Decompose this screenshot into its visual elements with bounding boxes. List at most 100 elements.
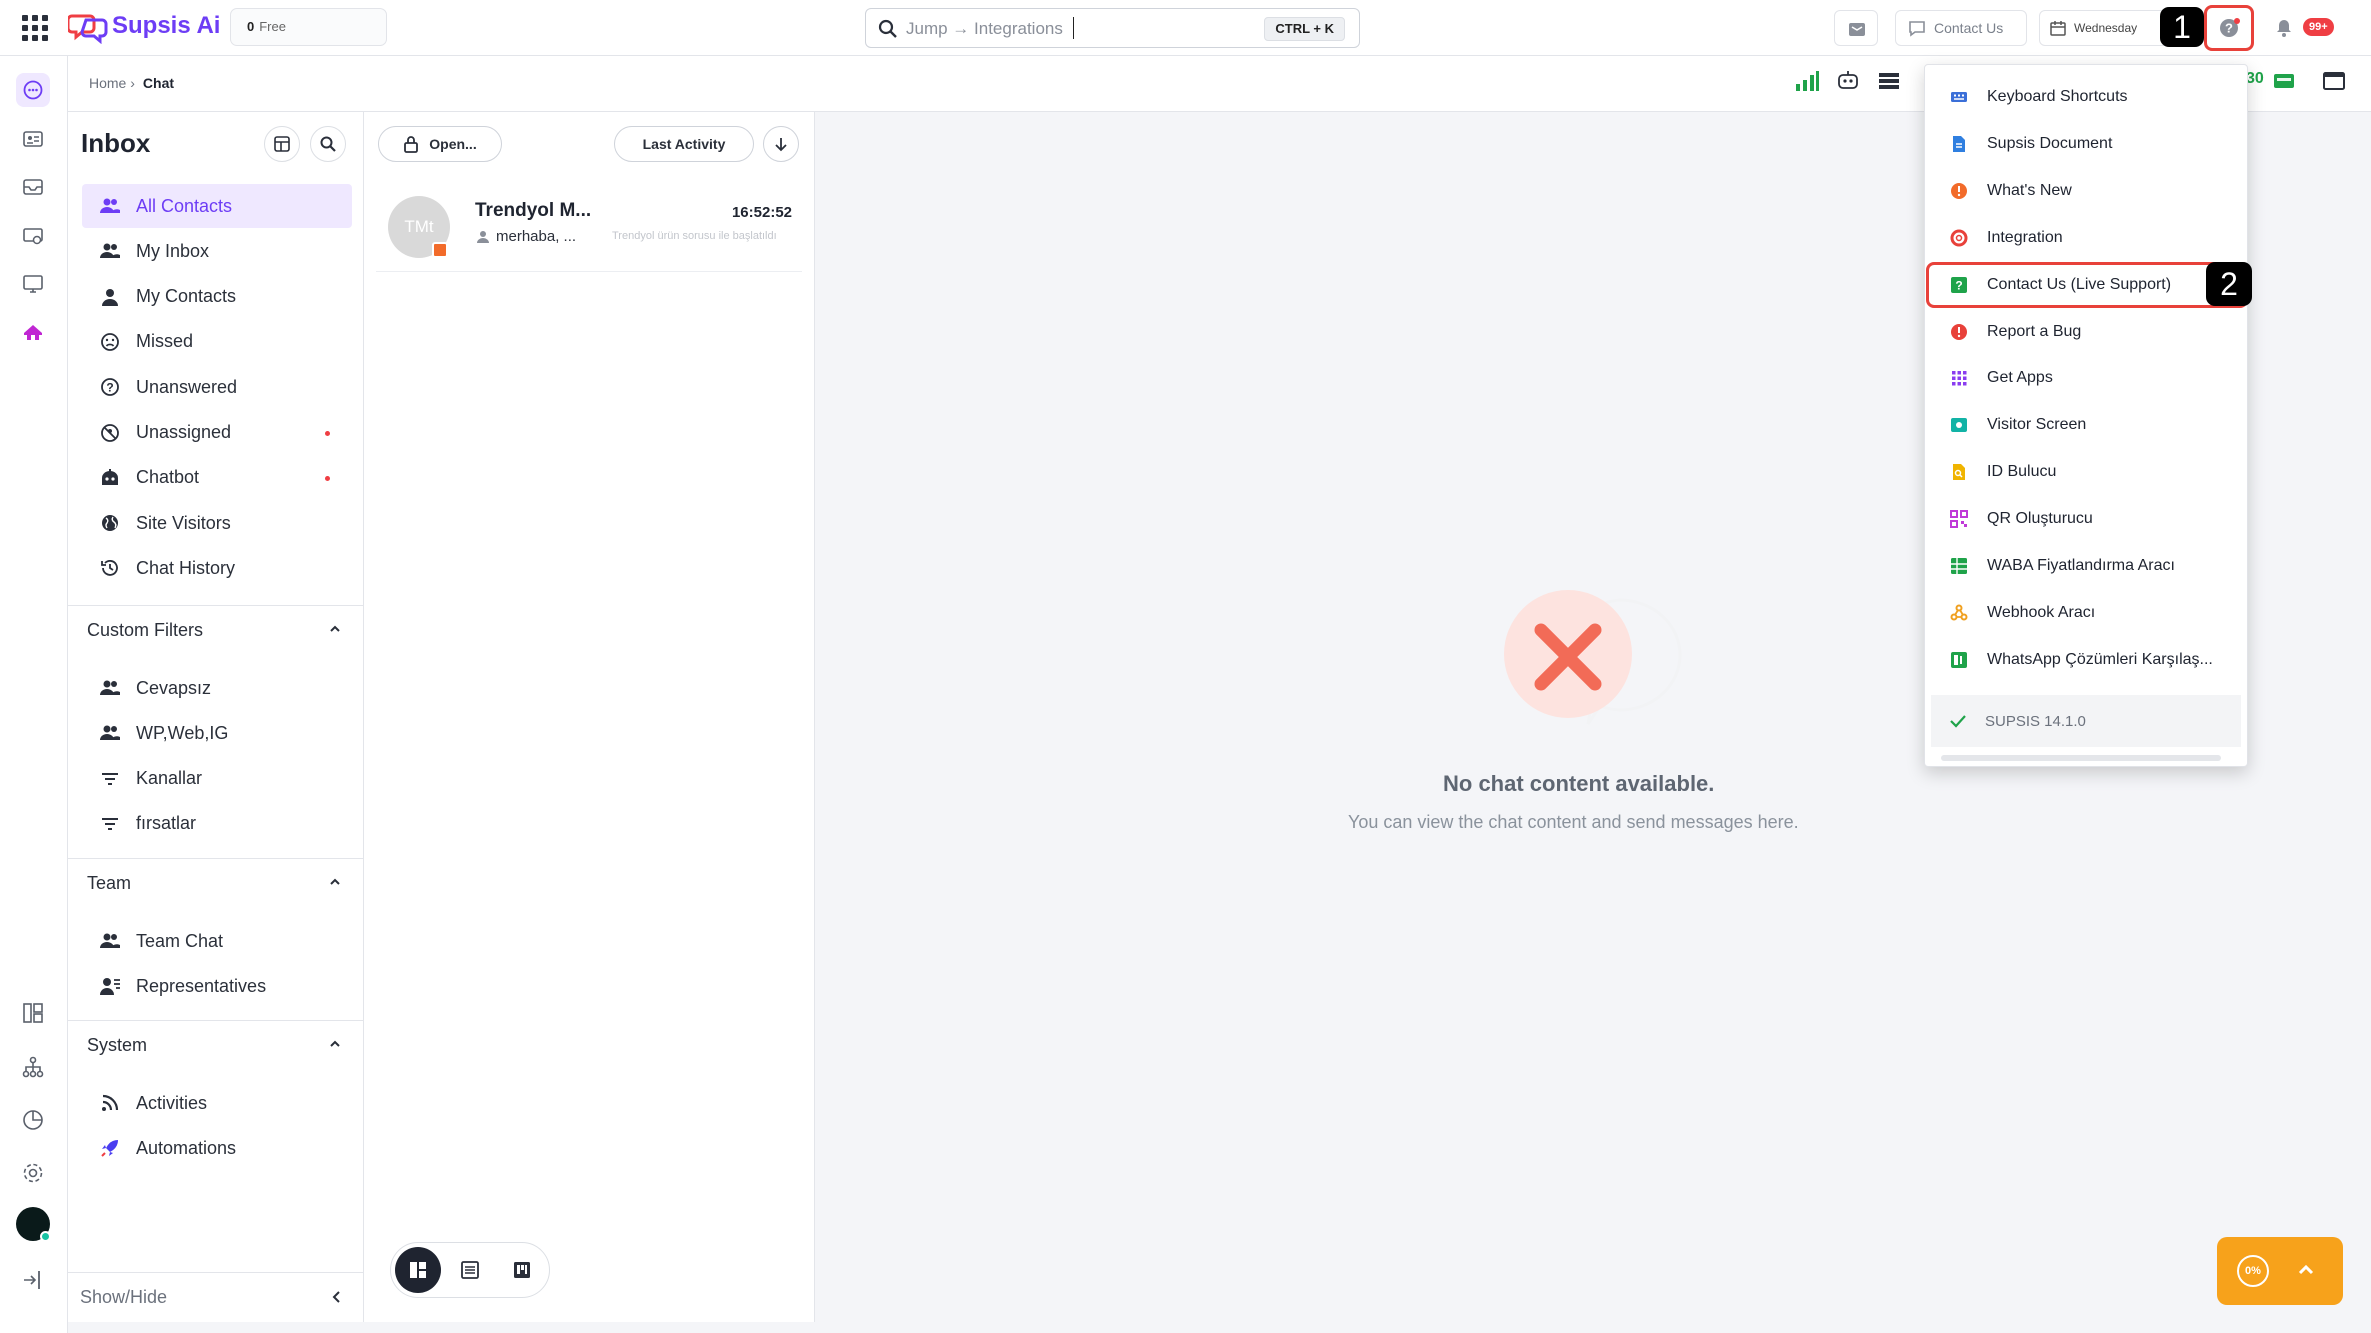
menu-item-report-a-bug[interactable]: Report a Bug [1925,309,2247,355]
rss-icon [98,1091,122,1115]
plan-indicator[interactable]: 0 Free [230,8,387,46]
sidebar-item-label: Activities [136,1092,208,1113]
menu-item-whatsapp-z-mleri-kar-la[interactable]: WhatsApp Çözümleri Karşılaş... [1925,637,2247,683]
layout-panels-icon [23,1003,43,1023]
custom-filters-header[interactable]: Custom Filters [68,605,363,655]
rail-monitor-button[interactable] [16,267,50,301]
rail-archive-button[interactable] [16,170,50,204]
status-filter-button[interactable]: Open... [378,126,502,162]
apps-grid-icon[interactable] [22,15,48,41]
sidebar-item-representatives[interactable]: Representatives [82,964,352,1008]
kanban-view-button[interactable] [499,1247,545,1293]
conversation-item[interactable]: TMt Trendyol M... 16:52:52 merhaba, ... … [376,184,802,272]
wallet-icon[interactable] [2272,70,2296,92]
chevron-up-icon[interactable] [329,1039,341,1049]
rail-home-button[interactable] [16,316,50,350]
menu-item-get-apps[interactable]: Get Apps [1925,355,2247,401]
list-view-icon[interactable] [1877,70,1901,92]
version-label: SUPSIS 14.1.0 [1985,712,2086,730]
sidebar-item-missed[interactable]: Missed [82,320,352,364]
sidebar-item-activities[interactable]: Activities [82,1081,352,1125]
rail-reports-button[interactable] [16,1103,50,1137]
rail-layout-button[interactable] [16,996,50,1030]
view-switcher [390,1242,550,1298]
pie-chart-icon [23,1110,43,1130]
rail-hierarchy-button[interactable] [16,1050,50,1084]
sidebar-item-f-rsatlar[interactable]: fırsatlar [82,802,352,846]
signal-bars-icon[interactable] [1795,70,1819,92]
rail-settings-button[interactable] [16,1156,50,1190]
sidebar-item-chatbot[interactable]: Chatbot [82,456,352,500]
contact-name: Trendyol M... [475,200,592,221]
apps-grid-icon [1949,368,1969,388]
rail-logout-button[interactable] [16,1263,50,1297]
sidebar-item-automations[interactable]: Automations [82,1126,352,1170]
list-view-button[interactable] [447,1247,493,1293]
bot-icon[interactable] [1836,70,1860,92]
menu-item-integration[interactable]: Integration [1925,215,2247,261]
channel-badge-icon [432,242,448,258]
sort-button[interactable]: Last Activity [614,126,754,162]
unread-dot [325,430,330,436]
menu-item-supsis-document[interactable]: Supsis Document [1925,121,2247,167]
search-input[interactable]: Jump → Integrations CTRL + K [865,8,1360,48]
progress-widget[interactable]: 0% [2217,1237,2343,1305]
menu-item-what-s-new[interactable]: What's New [1925,168,2247,214]
sidebar-item-label: Missed [136,331,194,352]
sidebar-item-unanswered[interactable]: ? Unanswered [82,365,352,409]
breadcrumb-home[interactable]: Home › [89,75,135,91]
inbox-tray-button[interactable] [1834,10,1878,46]
sidebar-item-my-inbox[interactable]: My Inbox [82,229,352,273]
rail-chat-button[interactable] [16,73,50,107]
help-button[interactable]: ? [2204,5,2254,51]
empty-state-subtitle: You can view the chat content and send m… [1348,812,1799,832]
sidebar-item-team-chat[interactable]: Team Chat [82,919,352,963]
sort-direction-button[interactable] [763,126,799,162]
sidebar-item-chat-history[interactable]: Chat History [82,546,352,590]
menu-item-label: Supsis Document [1987,134,2113,152]
chevron-left-icon [332,1291,340,1303]
contact-us-button[interactable]: Contact Us [1895,10,2027,46]
window-icon[interactable] [2322,70,2346,92]
custom-filters-title: Custom Filters [87,620,204,640]
team-header[interactable]: Team [68,858,363,908]
help-circle-icon: ? [2220,18,2240,37]
rail-avatar[interactable] [16,1207,51,1242]
menu-item-visitor-screen[interactable]: Visitor Screen [1925,402,2247,448]
system-header[interactable]: System [68,1020,363,1070]
document-icon [1949,134,1969,154]
sidebar-item-unassigned[interactable]: Unassigned [82,411,352,455]
board-view-button[interactable] [395,1247,441,1293]
menu-item-qr-olu-turucu[interactable]: QR Oluşturucu [1925,496,2247,542]
sidebar-item-label: fırsatlar [136,813,197,834]
bell-icon [2277,20,2291,37]
breadcrumb: Home › Chat [89,75,174,91]
sidebar-item-cevaps-z[interactable]: Cevapsız [82,666,352,710]
sidebar-item-my-contacts[interactable]: My Contacts [82,275,352,319]
sidebar-item-kanallar[interactable]: Kanallar [82,757,352,801]
layout-toggle-button[interactable] [264,126,300,162]
rail-settings-screen-button[interactable] [16,219,50,253]
show-hide-toggle[interactable]: Show/Hide [68,1272,363,1322]
menu-item-id-bulucu[interactable]: ID Bulucu [1925,449,2247,495]
sad-face-icon [98,330,122,354]
sidebar-item-all-contacts[interactable]: All Contacts [82,184,352,228]
contact-us-label: Contact Us [1934,20,2004,36]
conversation-list: Open... Last Activity TMt Trendyol M... … [364,112,815,1322]
chevron-up-icon[interactable] [329,624,341,634]
chevron-up-icon[interactable] [329,877,341,887]
menu-scrollbar[interactable] [1941,755,2221,761]
sidebar-item-label: WP,Web,IG [136,722,229,743]
inbox-search-button[interactable] [310,126,346,162]
calendar-icon [2050,21,2066,36]
menu-item-waba-fiyatland-rma-arac[interactable]: WABA Fiyatlandırma Aracı [1925,543,2247,589]
sidebar-item-wp-web-ig[interactable]: WP,Web,IG [82,711,352,755]
menu-item-label: Report a Bug [1987,322,2082,340]
sidebar-item-site-visitors[interactable]: Site Visitors [82,501,352,545]
menu-item-keyboard-shortcuts[interactable]: Keyboard Shortcuts [1925,74,2247,120]
top-bar: Supsis Ai 0 Free Jump → Integrations CTRL… [0,0,2371,56]
search-icon [878,19,897,38]
rail-contacts-button[interactable] [16,122,50,156]
check-icon [1950,715,1966,728]
menu-item-webhook-arac[interactable]: Webhook Aracı [1925,590,2247,636]
